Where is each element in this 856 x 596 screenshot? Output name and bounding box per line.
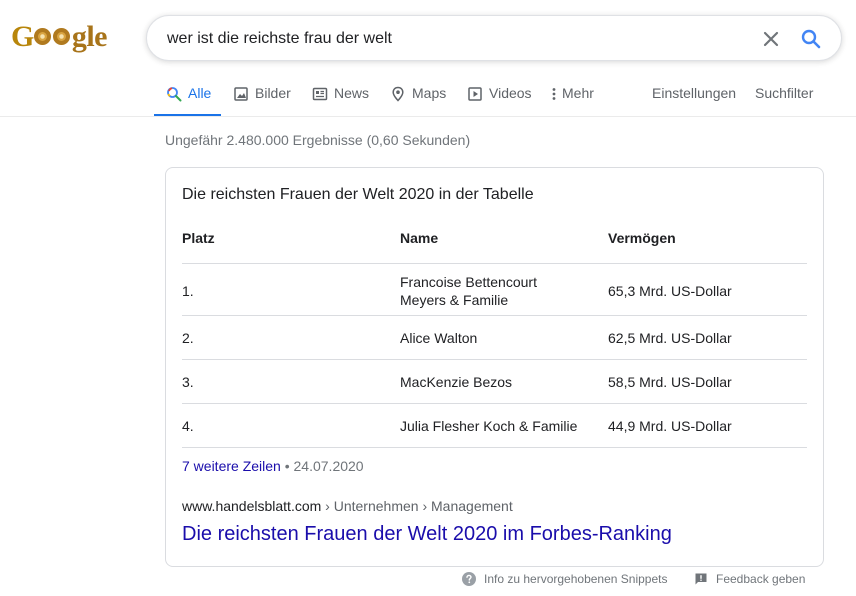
- feedback-label: Feedback geben: [716, 572, 806, 586]
- name-cell: Julia Flesher Koch & Familie: [400, 418, 578, 434]
- tab-mehr[interactable]: Mehr: [550, 85, 594, 117]
- name-line: Francoise Bettencourt: [400, 274, 537, 290]
- name-line: Meyers & Familie: [400, 292, 509, 308]
- search-tools-label: Suchfilter: [755, 85, 814, 101]
- feedback-link[interactable]: Feedback geben: [694, 572, 805, 586]
- separator-dot: •: [284, 458, 290, 474]
- source-domain: www.handelsblatt.com: [182, 498, 322, 514]
- tab-label: Bilder: [255, 85, 291, 101]
- tab-bilder[interactable]: Bilder: [233, 85, 291, 117]
- more-rows-link[interactable]: 7 weitere Zeilen: [182, 458, 281, 474]
- tab-label: Maps: [412, 85, 447, 101]
- wealth-cell: 62,5 Mrd. US-Dollar: [608, 330, 732, 346]
- table-row: 2. Alice Walton 62,5 Mrd. US-Dollar: [182, 315, 807, 359]
- rank-cell: 1.: [182, 283, 194, 299]
- feedback-icon: [695, 573, 707, 585]
- search-button[interactable]: [799, 27, 823, 51]
- image-icon: [234, 87, 248, 101]
- search-box: [146, 15, 842, 61]
- column-header-vermoegen: Vermögen: [608, 230, 676, 246]
- map-pin-icon: [392, 86, 404, 102]
- tab-videos[interactable]: Videos: [467, 85, 532, 117]
- search-tabs: Alle Bilder News Maps Videos Mehr Einste…: [0, 75, 856, 117]
- tab-maps[interactable]: Maps: [390, 85, 446, 117]
- settings-label: Einstellungen: [652, 85, 737, 101]
- result-url-breadcrumb[interactable]: www.handelsblatt.com › Unternehmen › Man…: [182, 498, 513, 514]
- tab-label: Mehr: [562, 85, 594, 101]
- search-tools-link[interactable]: Suchfilter: [755, 85, 813, 117]
- tab-label: Videos: [489, 85, 532, 101]
- wealth-cell: 65,3 Mrd. US-Dollar: [608, 283, 732, 299]
- logo-letter-g: G: [11, 20, 34, 53]
- logo-letters-gle: gle: [71, 20, 108, 53]
- tab-alle[interactable]: Alle: [153, 85, 222, 117]
- table-row: 1. Francoise Bettencourt Meyers & Famili…: [182, 263, 807, 315]
- snippet-info-link[interactable]: Info zu hervorgehobenen Snippets: [462, 572, 667, 586]
- wealth-cell: 44,9 Mrd. US-Dollar: [608, 418, 732, 434]
- search-icon: [801, 29, 821, 49]
- rank-cell: 3.: [182, 374, 194, 390]
- tab-label: News: [334, 85, 370, 101]
- table-row: 4. Julia Flesher Koch & Familie 44,9 Mrd…: [182, 403, 807, 448]
- tabs-divider: [0, 116, 856, 117]
- settings-link[interactable]: Einstellungen: [652, 85, 736, 117]
- featured-snippet: Die reichsten Frauen der Welt 2020 in de…: [165, 167, 824, 567]
- search-input[interactable]: [167, 28, 727, 50]
- rank-cell: 4.: [182, 418, 194, 434]
- name-cell: Alice Walton: [400, 330, 478, 346]
- table-row: 3. MacKenzie Bezos 58,5 Mrd. US-Dollar: [182, 359, 807, 403]
- tab-label: Alle: [188, 85, 212, 101]
- play-icon: [468, 87, 482, 101]
- tab-news[interactable]: News: [312, 85, 369, 117]
- rank-cell: 2.: [182, 330, 194, 346]
- clear-search-button[interactable]: [759, 27, 783, 51]
- column-header-platz: Platz: [182, 230, 215, 246]
- news-icon: [312, 87, 328, 101]
- snippet-date: 24.07.2020: [293, 458, 364, 474]
- result-title-link[interactable]: Die reichsten Frauen der Welt 2020 im Fo…: [182, 521, 672, 547]
- wealth-cell: 58,5 Mrd. US-Dollar: [608, 374, 732, 390]
- help-circle-icon: [462, 572, 476, 586]
- snippet-footer: Info zu hervorgehobenen Snippets Feedbac…: [0, 570, 856, 590]
- glasses-doodle-icon: [33, 24, 72, 48]
- snippet-info-label: Info zu hervorgehobenen Snippets: [484, 572, 668, 586]
- snippet-heading: Die reichsten Frauen der Welt 2020 in de…: [182, 186, 534, 203]
- more-rows-line: 7 weitere Zeilen • 24.07.2020: [182, 458, 364, 474]
- name-cell: MacKenzie Bezos: [400, 374, 513, 390]
- column-header-name: Name: [400, 230, 439, 246]
- search-results-page: Ggle Alle: [0, 0, 856, 596]
- more-vert-icon: [552, 88, 556, 100]
- google-doodle-logo[interactable]: Ggle: [11, 20, 108, 54]
- close-icon: [763, 31, 779, 47]
- source-path: › Unternehmen › Management: [321, 498, 513, 514]
- name-cell: Francoise Bettencourt Meyers & Familie: [400, 273, 537, 309]
- search-icon: [167, 87, 182, 102]
- result-stats: Ungefähr 2.480.000 Ergebnisse (0,60 Seku…: [165, 132, 471, 148]
